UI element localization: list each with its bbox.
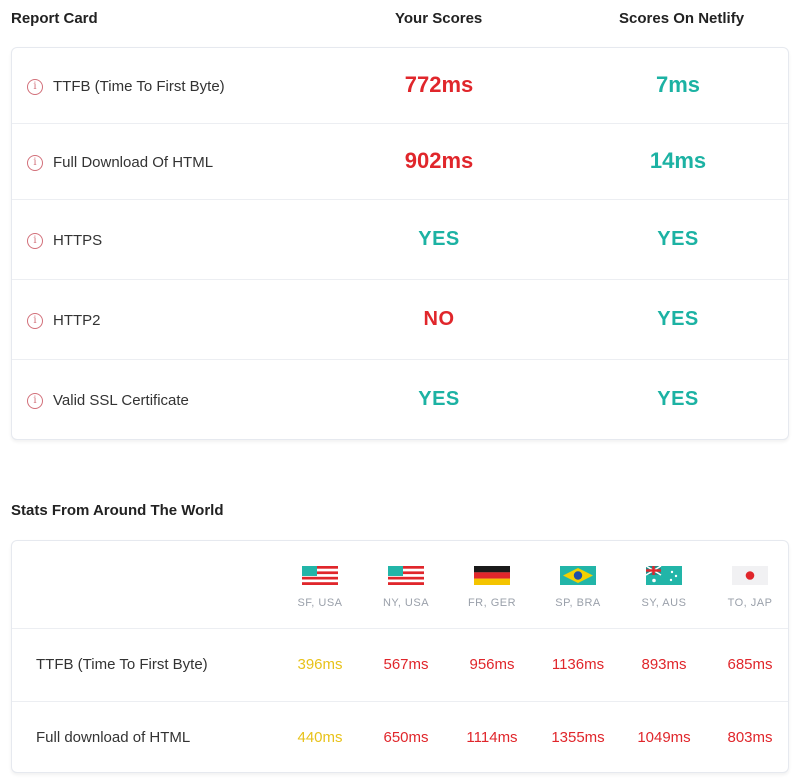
info-icon[interactable]: i <box>27 312 43 329</box>
netlify-score-value: YES <box>657 228 699 250</box>
world-value: 1114ms <box>466 729 518 746</box>
info-icon[interactable]: i <box>27 78 43 95</box>
location-code: SY, AUS <box>641 597 687 609</box>
world-row-label: TTFB (Time To First Byte) <box>36 656 208 673</box>
report-row-ttfb: i TTFB (Time To First Byte) 772ms 7ms <box>12 48 788 124</box>
your-score-value: YES <box>418 228 460 250</box>
location-code: NY, USA <box>382 597 430 609</box>
world-stats-title: Stats From Around The World <box>11 502 224 519</box>
location-column: SP, BRA <box>535 566 621 609</box>
report-row-full-download: i Full Download Of HTML 902ms 14ms <box>12 124 788 200</box>
location-code: SP, BRA <box>555 597 601 609</box>
location-code: SF, USA <box>297 597 343 609</box>
world-row-full-download: Full download of HTML 440ms 650ms 1114ms… <box>12 701 788 775</box>
world-value: 440ms <box>297 729 343 746</box>
world-value: 956ms <box>469 656 515 673</box>
location-column: TO, JAP <box>707 566 793 609</box>
location-column: NY, USA <box>363 566 449 609</box>
australia-flag-icon <box>646 566 682 585</box>
your-score-value: 772ms <box>404 72 474 97</box>
world-value: 396ms <box>297 656 343 673</box>
world-value: 1136ms <box>551 656 605 673</box>
report-row-label: HTTPS <box>53 232 103 249</box>
japan-flag-icon <box>732 566 768 585</box>
netlify-score-value: YES <box>657 308 699 330</box>
world-value: 1355ms <box>551 729 605 746</box>
world-stats-card: SF, USA NY, USA FR, GER SP, BRA SY, AUS … <box>11 540 789 773</box>
netlify-score-value: YES <box>657 388 699 410</box>
info-icon[interactable]: i <box>27 392 43 409</box>
report-row-label: HTTP2 <box>53 312 101 329</box>
report-row-https: i HTTPS YES YES <box>12 200 788 280</box>
usa-flag-icon <box>302 566 338 585</box>
location-code: TO, JAP <box>727 597 773 609</box>
info-icon[interactable]: i <box>27 154 43 171</box>
report-card: i TTFB (Time To First Byte) 772ms 7ms i … <box>11 47 789 440</box>
netlify-score-value: 7ms <box>655 72 701 97</box>
info-icon[interactable]: i <box>27 232 43 249</box>
germany-flag-icon <box>474 566 510 585</box>
report-row-label: Valid SSL Certificate <box>53 392 189 409</box>
usa-flag-icon <box>388 566 424 585</box>
netlify-score-value: 14ms <box>649 148 707 173</box>
world-value: 567ms <box>383 656 429 673</box>
report-row-label: Full Download Of HTML <box>53 154 214 171</box>
brazil-flag-icon <box>560 566 596 585</box>
world-value: 685ms <box>727 656 773 673</box>
location-column: SY, AUS <box>621 566 707 609</box>
location-code: FR, GER <box>467 597 517 609</box>
world-row-label: Full download of HTML <box>36 729 191 746</box>
your-score-value: NO <box>423 308 455 330</box>
your-score-value: 902ms <box>404 148 474 173</box>
report-row-label: TTFB (Time To First Byte) <box>53 78 225 95</box>
report-row-http2: i HTTP2 NO YES <box>12 280 788 360</box>
world-value: 1049ms <box>637 729 691 746</box>
your-score-value: YES <box>418 388 460 410</box>
world-row-ttfb: TTFB (Time To First Byte) 396ms 567ms 95… <box>12 628 788 702</box>
report-row-ssl: i Valid SSL Certificate YES YES <box>12 360 788 440</box>
world-value: 803ms <box>727 729 773 746</box>
location-column: SF, USA <box>277 566 363 609</box>
world-value: 650ms <box>383 729 429 746</box>
location-column: FR, GER <box>449 566 535 609</box>
netlify-scores-header: Scores On Netlify <box>619 10 745 27</box>
your-scores-header: Your Scores <box>395 10 483 27</box>
world-value: 893ms <box>641 656 687 673</box>
report-card-title: Report Card <box>11 10 98 27</box>
